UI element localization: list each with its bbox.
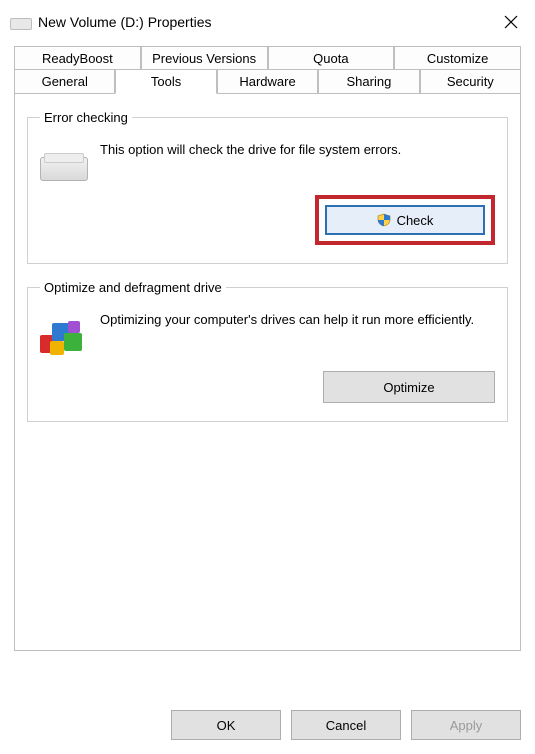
tab-general[interactable]: General	[14, 69, 115, 94]
check-highlight-annotation: Check	[315, 195, 495, 245]
close-button[interactable]	[497, 8, 525, 36]
tab-tools[interactable]: Tools	[115, 69, 216, 94]
tab-security[interactable]: Security	[420, 69, 521, 94]
tab-hardware[interactable]: Hardware	[217, 69, 318, 94]
apply-button[interactable]: Apply	[411, 710, 521, 740]
uac-shield-icon	[377, 213, 391, 227]
titlebar: New Volume (D:) Properties	[0, 0, 535, 42]
check-button[interactable]: Check	[325, 205, 485, 235]
optimize-button-label: Optimize	[383, 380, 434, 395]
optimize-desc: Optimizing your computer's drives can he…	[100, 309, 495, 329]
tab-content: Error checking This option will check th…	[14, 93, 521, 651]
tab-sharing[interactable]: Sharing	[318, 69, 419, 94]
hdd-icon	[40, 147, 86, 181]
tab-quota[interactable]: Quota	[268, 46, 395, 70]
dialog-footer: OK Cancel Apply	[171, 710, 521, 740]
tab-previous-versions[interactable]: Previous Versions	[141, 46, 268, 70]
optimize-button[interactable]: Optimize	[323, 371, 495, 403]
ok-button[interactable]: OK	[171, 710, 281, 740]
error-checking-group: Error checking This option will check th…	[27, 110, 508, 264]
tab-customize[interactable]: Customize	[394, 46, 521, 70]
check-button-label: Check	[397, 213, 434, 228]
error-checking-legend: Error checking	[40, 110, 132, 125]
optimize-legend: Optimize and defragment drive	[40, 280, 226, 295]
cancel-button[interactable]: Cancel	[291, 710, 401, 740]
tab-readyboost[interactable]: ReadyBoost	[14, 46, 141, 70]
close-icon	[504, 15, 518, 29]
window-title: New Volume (D:) Properties	[38, 14, 489, 30]
error-checking-desc: This option will check the drive for fil…	[100, 139, 495, 159]
optimize-group: Optimize and defragment drive Optimizing…	[27, 280, 508, 422]
tabs-container: ReadyBoost Previous Versions Quota Custo…	[14, 46, 521, 94]
drive-icon	[10, 14, 30, 30]
defrag-icon	[40, 313, 86, 357]
